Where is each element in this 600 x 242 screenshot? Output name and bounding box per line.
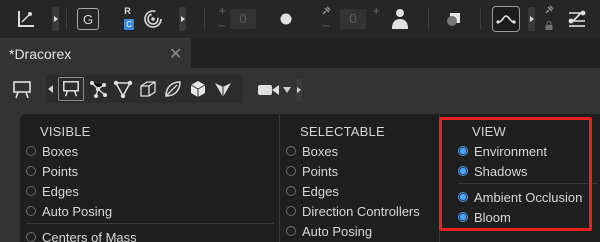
divider	[66, 8, 67, 30]
spiral-menu-arrow-icon[interactable]	[179, 7, 186, 31]
camera-icon[interactable]	[256, 79, 282, 101]
divider	[428, 8, 429, 30]
divider	[480, 8, 481, 30]
minus-icon[interactable]: −	[218, 22, 226, 32]
easel-icon[interactable]	[11, 79, 33, 101]
column-divider	[279, 114, 280, 242]
radio-icon	[26, 232, 36, 242]
lock-icon[interactable]	[545, 21, 553, 30]
option-label: Auto Posing	[302, 223, 373, 239]
person-icon[interactable]	[388, 7, 412, 31]
graph-icon[interactable]	[86, 75, 110, 103]
c-badge-label: C	[126, 20, 132, 29]
selectable-header: SELECTABLE	[300, 124, 385, 139]
option-label: Edges	[42, 183, 79, 199]
option-label: Points	[302, 163, 339, 179]
leaf-icon[interactable]	[161, 75, 185, 103]
close-icon[interactable]: ✕	[169, 44, 182, 63]
document-tab[interactable]: *Dracorex ✕	[0, 38, 191, 68]
value-field-2[interactable]: 0	[340, 9, 366, 29]
radio-icon	[286, 206, 296, 216]
camera-menu-arrow-icon[interactable]	[296, 79, 302, 101]
divider	[204, 8, 205, 30]
radio-icon	[286, 166, 296, 176]
option-label: Centers of Mass	[42, 229, 137, 242]
option-label: Points	[42, 163, 79, 179]
g-icon[interactable]: G	[77, 8, 99, 30]
tab-bar: *Dracorex ✕	[0, 38, 600, 68]
selectable-option-direction-controllers[interactable]: Direction Controllers	[286, 202, 420, 220]
radio-icon	[26, 166, 36, 176]
solid-box-icon[interactable]	[186, 75, 210, 103]
selectable-option-auto-posing[interactable]: Auto Posing	[286, 222, 372, 240]
radio-icon	[286, 186, 296, 196]
option-label: Boxes	[302, 143, 339, 159]
selection-mode-group	[46, 75, 243, 103]
axes-icon[interactable]	[12, 7, 40, 31]
c-badge: C	[124, 19, 134, 30]
pin-icon[interactable]	[320, 5, 332, 17]
option-label: Direction Controllers	[302, 203, 420, 219]
radio-icon	[26, 186, 36, 196]
selectable-option-edges[interactable]: Edges	[286, 182, 339, 200]
visible-option-centers-of-mass[interactable]: Centers of Mass	[26, 228, 137, 242]
visible-option-auto-posing[interactable]: Auto Posing	[26, 202, 112, 220]
radio-icon	[26, 146, 36, 156]
plus-icon[interactable]: +	[218, 7, 226, 17]
divider	[26, 223, 274, 224]
vertex-icon[interactable]	[111, 75, 135, 103]
g-label: G	[82, 11, 94, 27]
document-tab-title: *Dracorex	[9, 46, 72, 62]
visible-option-points[interactable]: Points	[26, 162, 78, 180]
value-field-1[interactable]: 0	[230, 9, 256, 29]
radio-icon	[26, 206, 36, 216]
shield-icon[interactable]	[211, 75, 235, 103]
plus-icon[interactable]: +	[372, 7, 380, 17]
r-badge-label: R	[124, 5, 131, 16]
axes-menu-arrow-icon[interactable]	[52, 7, 59, 31]
r-badge: R	[123, 5, 132, 16]
nodes-icon[interactable]	[564, 7, 590, 31]
curve-icon[interactable]	[492, 6, 520, 32]
left-arrow-icon[interactable]	[46, 75, 56, 103]
highlight-annotation	[439, 117, 592, 231]
selectable-option-boxes[interactable]: Boxes	[286, 142, 338, 160]
wire-box-icon[interactable]	[136, 75, 160, 103]
top-toolbar: G R C + − 0 − 0 +	[0, 0, 600, 38]
minus-icon[interactable]: −	[322, 22, 330, 32]
spiral-icon[interactable]	[140, 7, 166, 31]
visible-option-boxes[interactable]: Boxes	[26, 142, 78, 160]
radio-icon	[286, 146, 296, 156]
selectable-option-points[interactable]: Points	[286, 162, 338, 180]
selection-toolbar	[0, 68, 600, 114]
visible-header: VISIBLE	[40, 124, 91, 139]
point-icon[interactable]	[276, 9, 296, 29]
pin-icon[interactable]	[544, 5, 554, 15]
curve-menu-arrow-icon[interactable]	[528, 7, 535, 31]
option-label: Auto Posing	[42, 203, 113, 219]
chevron-down-icon[interactable]	[283, 86, 291, 94]
option-label: Edges	[302, 183, 339, 199]
radio-icon	[286, 226, 296, 236]
easel-select-icon[interactable]	[58, 77, 84, 101]
option-label: Boxes	[42, 143, 79, 159]
visible-option-edges[interactable]: Edges	[26, 182, 79, 200]
shape-icon[interactable]	[443, 8, 465, 30]
